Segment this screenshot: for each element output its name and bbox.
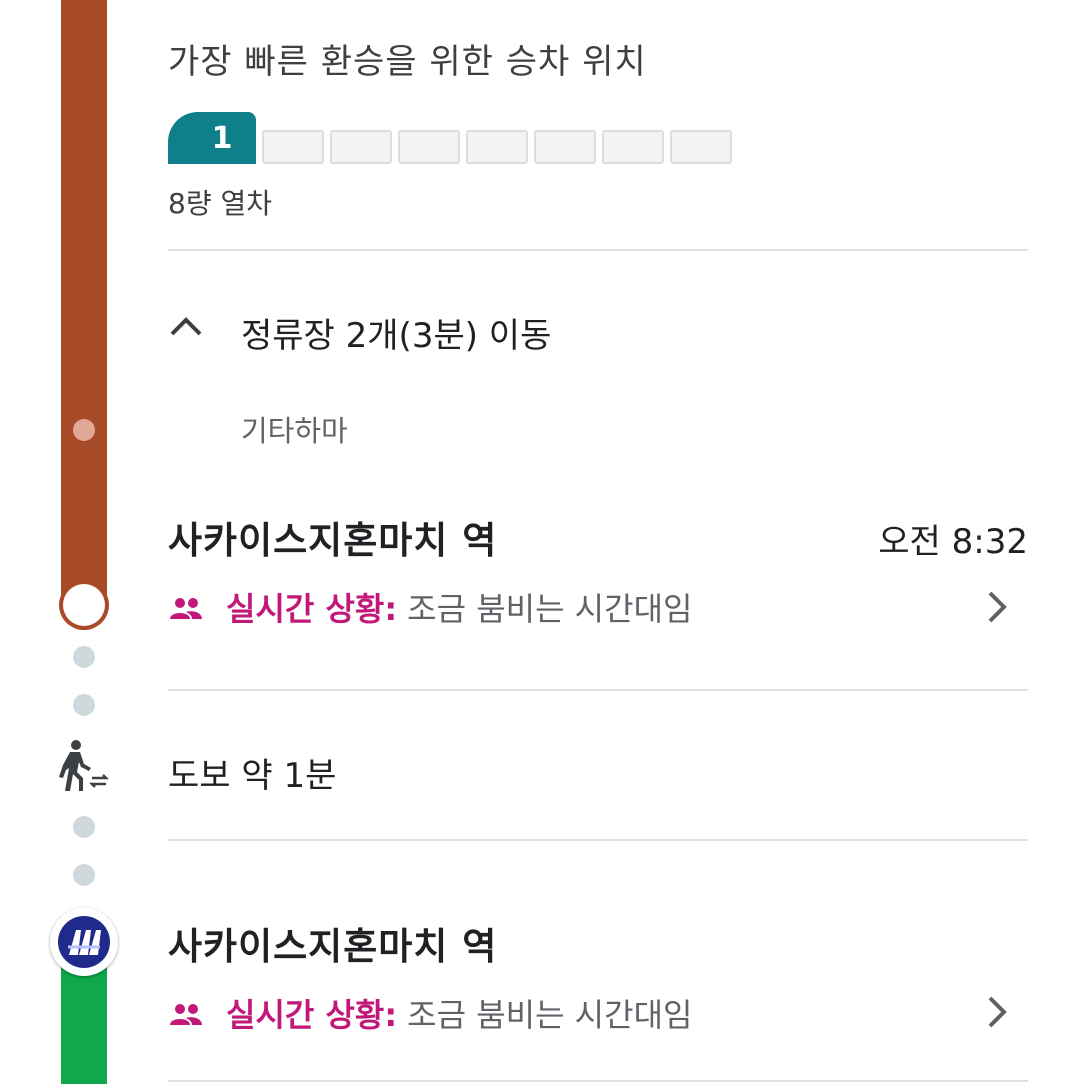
- train-car-count: 8량 열차: [168, 187, 272, 220]
- train-car: [262, 130, 324, 164]
- status-label: 실시간 상황:: [226, 996, 398, 1034]
- status-value: 조금 붐비는 시간대임: [407, 996, 693, 1034]
- status-label: 실시간 상황:: [226, 590, 398, 628]
- people-icon: [168, 593, 204, 621]
- train-car: [398, 130, 460, 164]
- walk-path-dot: [73, 816, 95, 838]
- chevron-right-icon[interactable]: [982, 587, 1012, 627]
- crowd-status[interactable]: 실시간 상황: 조금 붐비는 시간대임: [168, 990, 692, 1036]
- divider: [168, 1080, 1028, 1082]
- people-icon: [168, 999, 204, 1027]
- intermediate-stop-dot: [73, 419, 95, 441]
- status-value: 조금 붐비는 시간대임: [407, 590, 693, 628]
- train-car: [466, 130, 528, 164]
- arrival-time: 오전 8:32: [878, 522, 1028, 562]
- chevron-right-icon[interactable]: [982, 992, 1012, 1032]
- walk-path-dot: [73, 694, 95, 716]
- train-car: [534, 130, 596, 164]
- divider: [168, 839, 1028, 841]
- walk-path-dot: [73, 646, 95, 668]
- osaka-metro-icon: [50, 908, 118, 976]
- arrival-station-name[interactable]: 사카이스지혼마치 역: [168, 510, 497, 564]
- walk-transfer-icon: [58, 738, 110, 794]
- crowd-status[interactable]: 실시간 상황: 조금 붐비는 시간대임: [168, 584, 692, 630]
- boarding-position-title: 가장 빠른 환승을 위한 승차 위치: [168, 42, 647, 82]
- arrival-stop-marker-inner: [63, 584, 105, 626]
- walk-path-dot: [73, 864, 95, 886]
- train-car-diagram: 1: [168, 110, 732, 164]
- highlighted-car: 1: [168, 112, 256, 164]
- transfer-station-name[interactable]: 사카이스지혼마치 역: [168, 916, 497, 970]
- divider: [168, 249, 1028, 251]
- train-car: [330, 130, 392, 164]
- chevron-up-icon[interactable]: [168, 308, 204, 344]
- intermediate-stops-toggle[interactable]: 정류장 2개(3분) 이동: [241, 308, 551, 357]
- walk-duration: 도보 약 1분: [168, 756, 337, 796]
- train-car: [670, 130, 732, 164]
- train-car: [602, 130, 664, 164]
- route-line-brown: [61, 0, 107, 606]
- intermediate-stop-name: 기타하마: [241, 414, 348, 448]
- divider: [168, 689, 1028, 691]
